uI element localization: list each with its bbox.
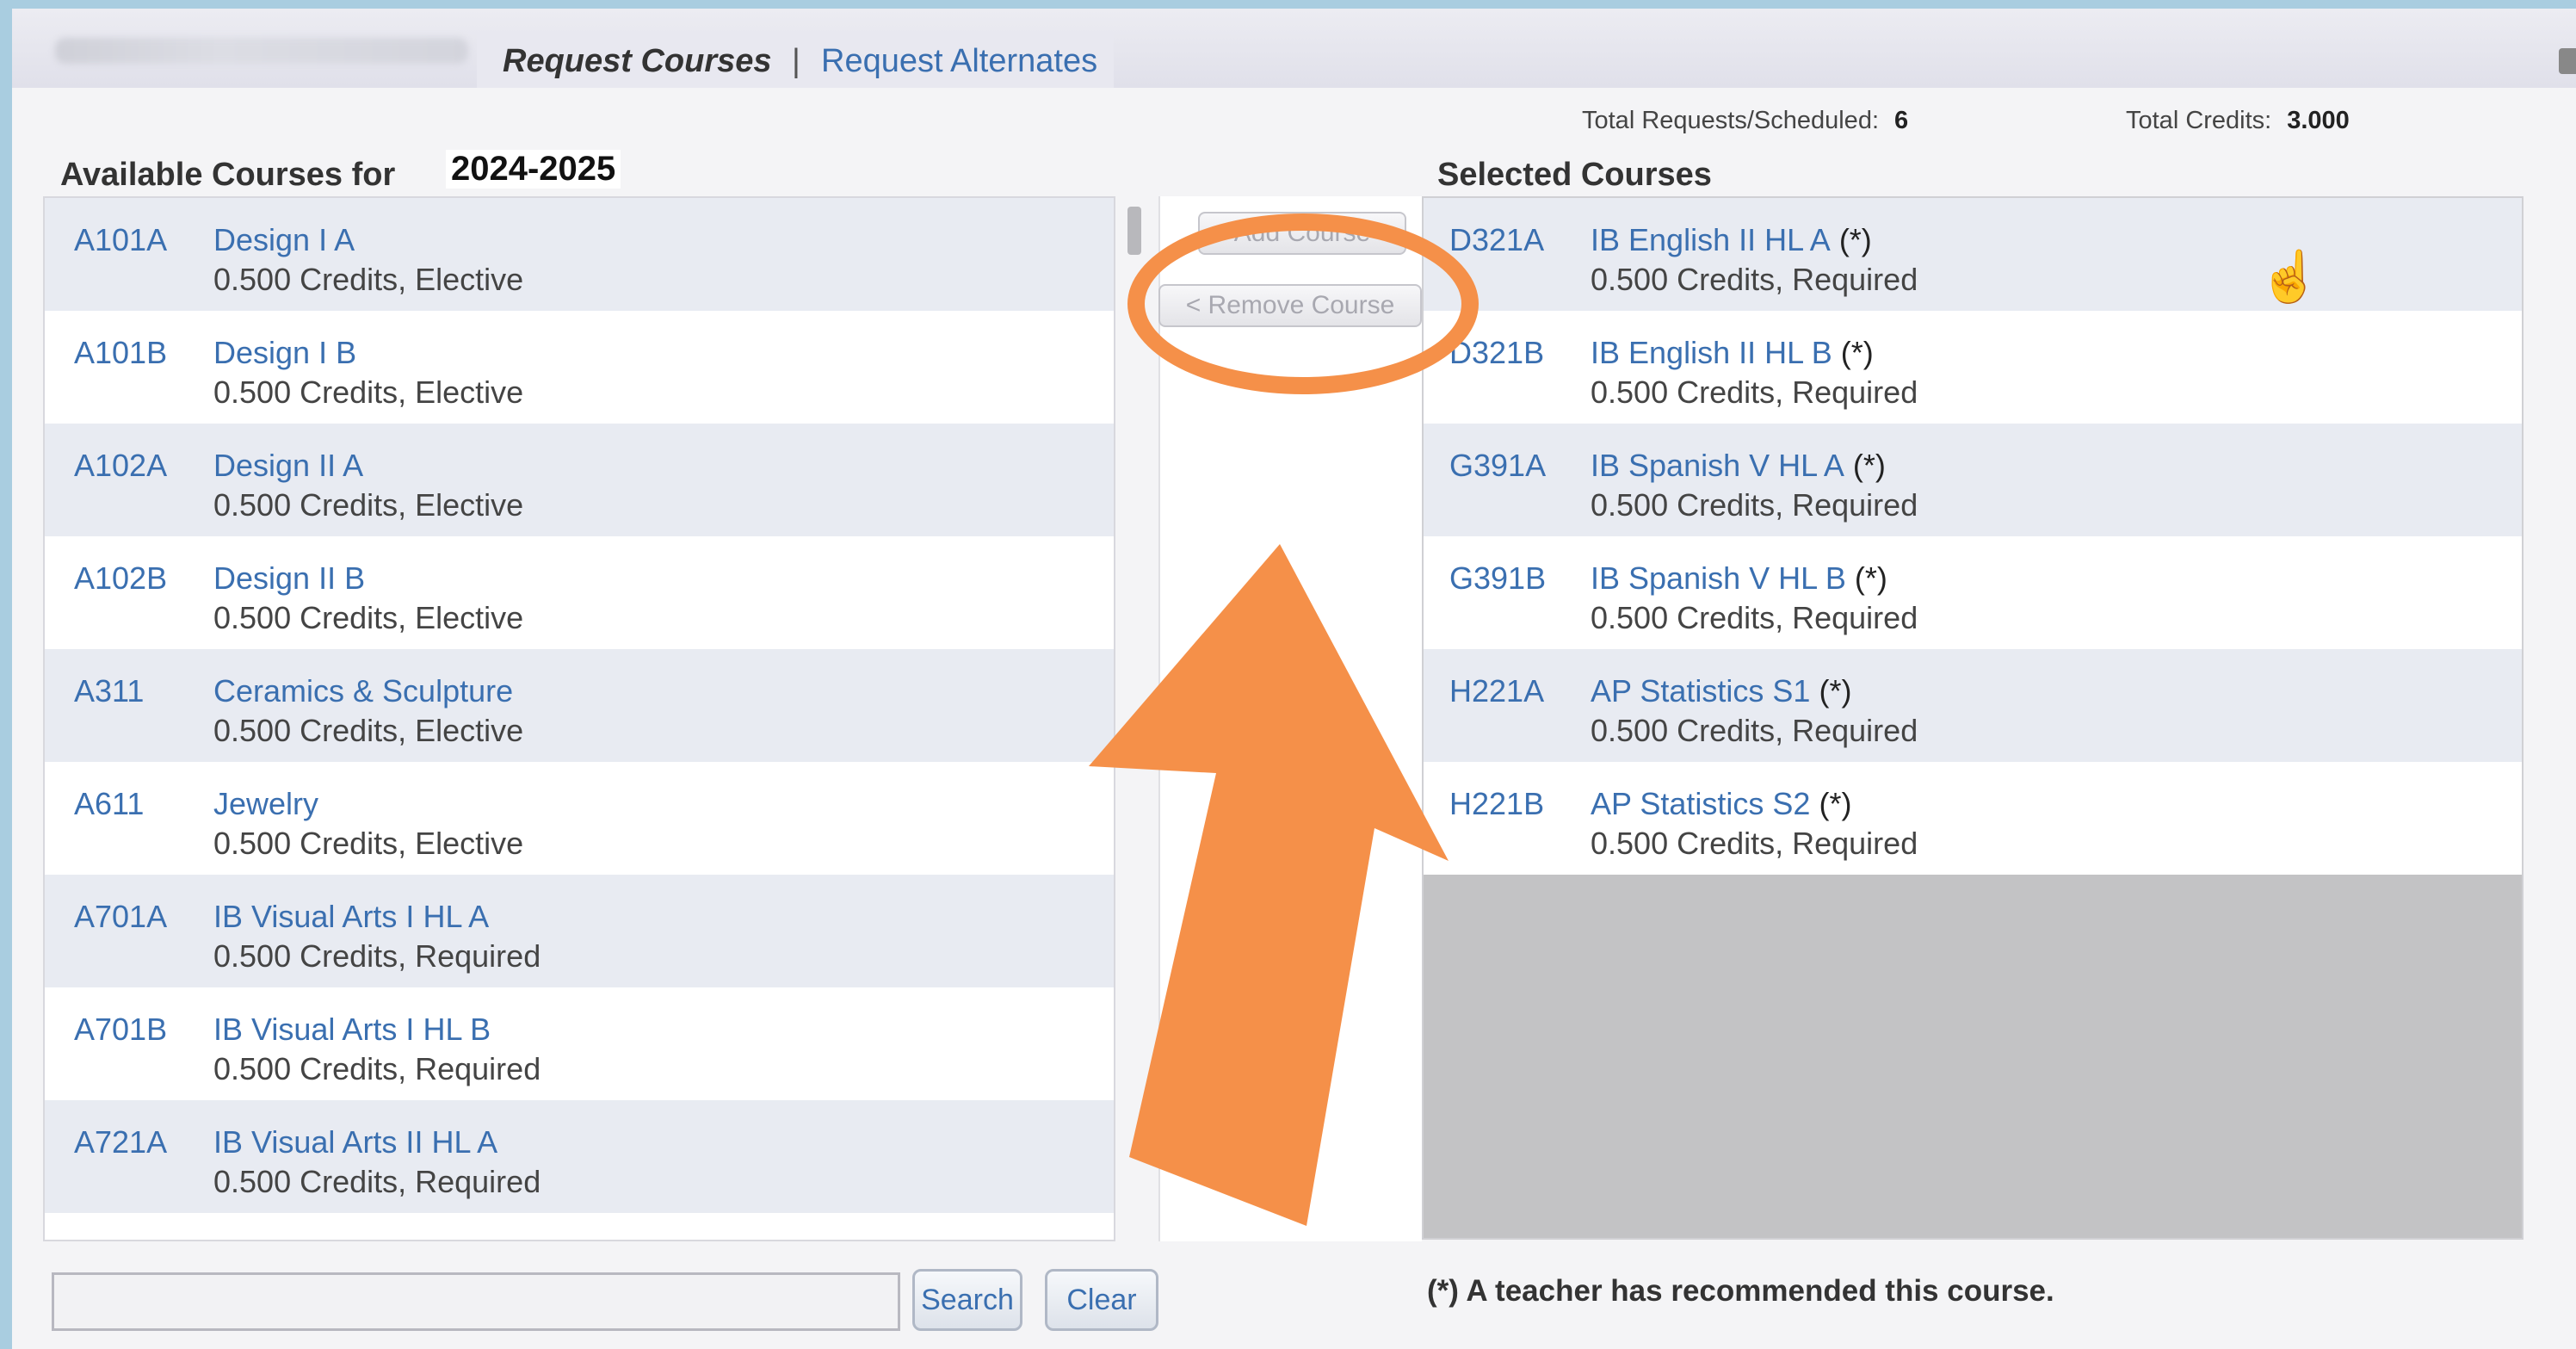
list-item[interactable]: D321B IB English II HL B (*) 0.500 Credit…	[1424, 311, 2522, 424]
recommendation-footnote: (*) A teacher has recommended this cours…	[1427, 1274, 2054, 1308]
redacted-student-name	[55, 38, 468, 64]
course-name-link[interactable]: AP Statistics S1 (*)	[1591, 673, 1851, 709]
course-code: G391B	[1449, 560, 1547, 596]
course-detail: 0.500 Credits, Required	[1591, 487, 1918, 523]
course-code: G391A	[1449, 448, 1547, 483]
course-name: IB English II HL B	[1591, 335, 1832, 370]
course-code: A701B	[74, 1012, 168, 1047]
course-detail: 0.500 Credits, Required	[1591, 600, 1918, 635]
course-detail: 0.500 Credits, Required	[213, 1164, 541, 1199]
tab-separator: |	[792, 43, 800, 79]
course-code: A721A	[74, 1124, 168, 1160]
course-code: H221B	[1449, 786, 1545, 821]
list-item[interactable]: A701A IB Visual Arts I HL A 0.500 Credit…	[45, 875, 1114, 987]
recommended-marker: (*)	[1819, 673, 1852, 709]
course-name-link[interactable]: AP Statistics S2 (*)	[1591, 786, 1851, 822]
course-name: AP Statistics S1	[1591, 673, 1811, 709]
list-item[interactable]: G391A IB Spanish V HL A (*) 0.500 Credits…	[1424, 424, 2522, 536]
list-item[interactable]: G391B IB Spanish V HL B (*) 0.500 Credits…	[1424, 536, 2522, 649]
recommended-marker: (*)	[1852, 448, 1886, 483]
highlight-ring	[1127, 213, 1479, 394]
course-search-input[interactable]	[52, 1272, 900, 1331]
course-name-link[interactable]: Ceramics & Sculpture	[213, 673, 513, 709]
list-item[interactable]: A611 Jewelry 0.500 Credits, Elective	[45, 762, 1114, 875]
course-detail: 0.500 Credits, Elective	[213, 262, 524, 297]
clear-button[interactable]: Clear	[1045, 1269, 1158, 1331]
course-detail: 0.500 Credits, Required	[213, 938, 541, 974]
course-name: IB Spanish V HL A	[1591, 448, 1844, 483]
list-item[interactable]: H221B AP Statistics S2 (*) 0.500 Credits,…	[1424, 762, 2522, 875]
recommended-marker: (*)	[1840, 335, 1874, 370]
course-code: A611	[74, 786, 145, 821]
total-requests-stat: Total Requests/Scheduled: 6	[1582, 107, 1908, 135]
total-requests-value: 6	[1894, 107, 1909, 134]
course-name-link[interactable]: IB Spanish V HL A (*)	[1591, 448, 1886, 484]
course-name-link[interactable]: IB English II HL A (*)	[1591, 222, 1872, 258]
course-name-link[interactable]: Design I B	[213, 335, 356, 371]
total-credits-stat: Total Credits: 3.000	[2126, 107, 2350, 135]
tab-bar: Request Courses | Request Alternates	[12, 9, 2576, 88]
list-item[interactable]: A311 Ceramics & Sculpture 0.500 Credits,…	[45, 649, 1114, 762]
annotation-arrow-icon	[1089, 544, 1449, 1226]
search-button[interactable]: Search	[912, 1269, 1022, 1331]
recommended-marker: (*)	[1819, 786, 1852, 821]
course-detail: 0.500 Credits, Required	[1591, 374, 1918, 410]
course-code: A101A	[74, 222, 168, 257]
school-year-label: 2024-2025	[446, 150, 621, 189]
selected-courses-title: Selected Courses	[1437, 157, 1712, 193]
list-item[interactable]: A101A Design I A 0.500 Credits, Elective	[45, 198, 1114, 311]
course-name-link[interactable]: Design II A	[213, 448, 363, 484]
course-detail: 0.500 Credits, Elective	[213, 487, 524, 523]
list-item[interactable]: A101B Design I B 0.500 Credits, Elective	[45, 311, 1114, 424]
course-detail: 0.500 Credits, Required	[1591, 826, 1918, 861]
course-code: D321A	[1449, 222, 1545, 257]
list-item[interactable]: D321A IB English II HL A (*) 0.500 Credit…	[1424, 198, 2522, 311]
course-name-link[interactable]: Design I A	[213, 222, 355, 258]
list-item[interactable]: A701B IB Visual Arts I HL B 0.500 Credit…	[45, 987, 1114, 1100]
available-courses-list[interactable]: A101A Design I A 0.500 Credits, Elective…	[43, 196, 1115, 1241]
list-item[interactable]: A102B Design II B 0.500 Credits, Electiv…	[45, 536, 1114, 649]
available-courses-title: Available Courses for	[60, 157, 396, 193]
course-code: A102B	[74, 560, 168, 596]
course-name-link[interactable]: IB English II HL B (*)	[1591, 335, 1874, 371]
course-detail: 0.500 Credits, Required	[1591, 713, 1918, 748]
course-detail: 0.500 Credits, Elective	[213, 600, 524, 635]
course-code: A701A	[74, 899, 168, 934]
course-detail: 0.500 Credits, Elective	[213, 826, 524, 861]
course-name: IB English II HL A	[1591, 222, 1831, 257]
course-detail: 0.500 Credits, Required	[1591, 262, 1918, 297]
course-detail: 0.500 Credits, Required	[213, 1051, 541, 1086]
course-code: A311	[74, 673, 145, 709]
course-detail: 0.500 Credits, Elective	[213, 713, 524, 748]
recommended-marker: (*)	[1838, 222, 1872, 257]
course-code: A101B	[74, 335, 168, 370]
course-code: A102A	[74, 448, 168, 483]
course-name-link[interactable]: IB Spanish V HL B (*)	[1591, 560, 1887, 597]
course-code: H221A	[1449, 673, 1545, 709]
tab-request-alternates[interactable]: Request Alternates	[821, 43, 1097, 80]
course-detail: 0.500 Credits, Elective	[213, 374, 524, 410]
course-name-link[interactable]: Jewelry	[213, 786, 318, 822]
course-name-link[interactable]: IB Visual Arts I HL A	[213, 899, 489, 935]
window-scroll-handle[interactable]	[2559, 48, 2576, 74]
course-name: IB Spanish V HL B	[1591, 560, 1846, 596]
available-list-scrollbar[interactable]	[1127, 207, 1141, 255]
total-credits-value: 3.000	[2287, 107, 2350, 134]
recommended-marker: (*)	[1854, 560, 1887, 596]
total-credits-label: Total Credits:	[2126, 107, 2272, 134]
course-name: AP Statistics S2	[1591, 786, 1811, 821]
list-item[interactable]: A102A Design II A 0.500 Credits, Electiv…	[45, 424, 1114, 536]
hand-cursor-icon: ☝	[2258, 249, 2321, 305]
course-name-link[interactable]: Design II B	[213, 560, 365, 597]
course-name-link[interactable]: IB Visual Arts II HL A	[213, 1124, 497, 1160]
list-item[interactable]: H221A AP Statistics S1 (*) 0.500 Credits,…	[1424, 649, 2522, 762]
list-item[interactable]: A721A IB Visual Arts II HL A 0.500 Credi…	[45, 1100, 1114, 1213]
tab-request-courses[interactable]: Request Courses	[503, 43, 772, 80]
total-requests-label: Total Requests/Scheduled:	[1582, 107, 1879, 134]
course-name-link[interactable]: IB Visual Arts I HL B	[213, 1012, 491, 1048]
selected-courses-list[interactable]: D321A IB English II HL A (*) 0.500 Credit…	[1422, 196, 2523, 1240]
